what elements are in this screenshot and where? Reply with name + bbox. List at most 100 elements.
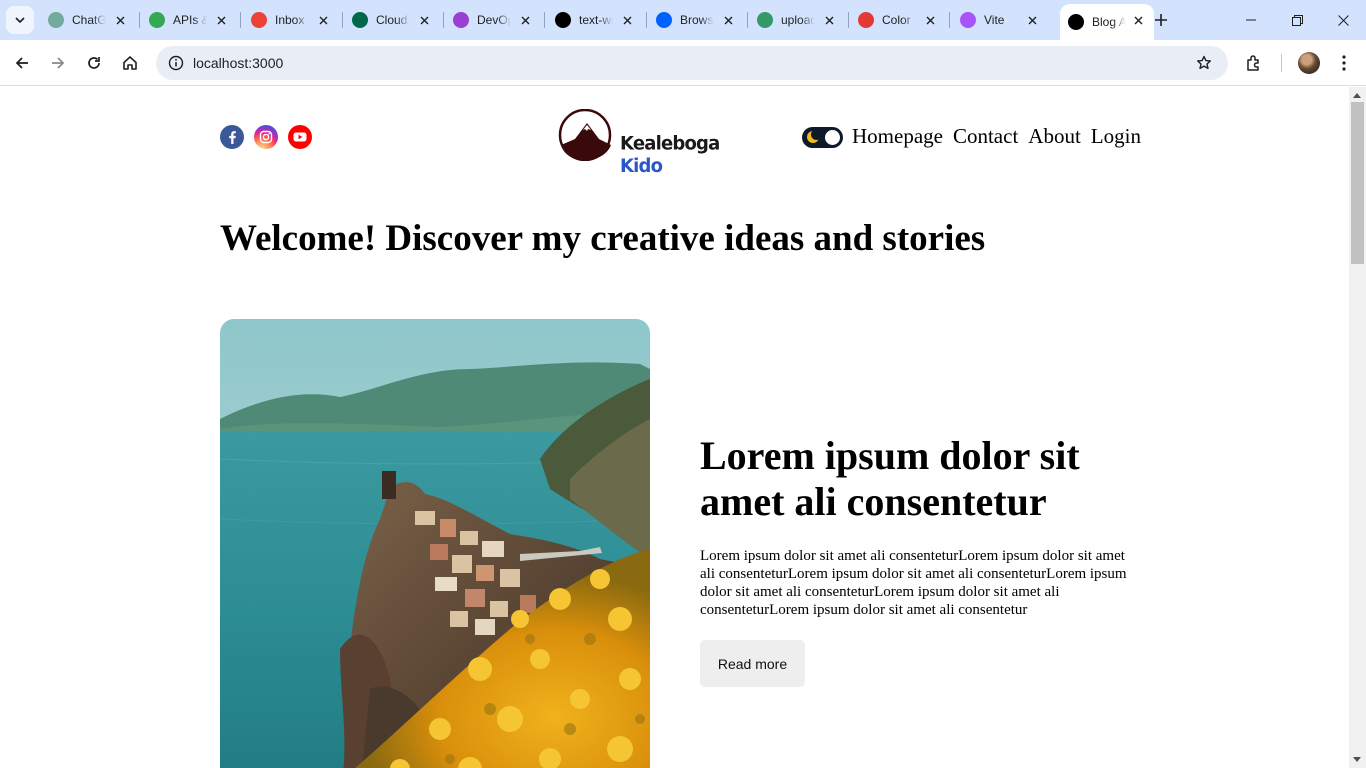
- browser-toolbar: localhost:3000: [0, 40, 1366, 86]
- nextjs-icon: [1068, 14, 1084, 30]
- tab-separator: [848, 12, 849, 28]
- kebab-menu-icon: [1342, 55, 1346, 71]
- arrow-left-icon: [15, 57, 28, 69]
- browser-tab[interactable]: Browse: [648, 6, 744, 34]
- site-logo[interactable]: Kealeboga Kido: [557, 109, 757, 177]
- welcome-rest: Discover my creative ideas and stories: [376, 218, 986, 259]
- browser-tab[interactable]: Inbox: [243, 6, 339, 34]
- devops-icon: [453, 12, 469, 28]
- tab-separator: [747, 12, 748, 28]
- facebook-icon[interactable]: [220, 125, 244, 149]
- tab-close-icon[interactable]: [315, 12, 331, 28]
- tab-label: Cloud: [376, 13, 408, 27]
- logo-word-2: Kido: [620, 155, 663, 178]
- post-description: Lorem ipsum dolor sit amet ali consentet…: [700, 548, 1127, 618]
- featured-post-content: Lorem ipsum dolor sit amet ali consentet…: [700, 433, 1130, 687]
- reload-button[interactable]: [80, 49, 108, 77]
- browser-tab[interactable]: Cloud: [344, 6, 440, 34]
- chatgpt-icon: [48, 12, 64, 28]
- tab-close-icon[interactable]: [416, 12, 432, 28]
- medium-icon: [555, 12, 571, 28]
- url-text[interactable]: localhost:3000: [193, 55, 283, 71]
- gmail-icon: [251, 12, 267, 28]
- logo-text: Kealeboga Kido: [620, 133, 757, 177]
- tab-label: Browse: [680, 13, 714, 27]
- tab-close-icon[interactable]: [1130, 12, 1146, 28]
- bookmark-star-icon[interactable]: [1192, 51, 1216, 75]
- profile-avatar[interactable]: [1298, 52, 1320, 74]
- tab-label: APIs & Services: [173, 13, 207, 27]
- logo-word-1: Kealeboga: [620, 132, 720, 155]
- tab-separator: [646, 12, 647, 28]
- tab-close-icon[interactable]: [517, 12, 533, 28]
- extensions-button[interactable]: [1240, 49, 1268, 77]
- browser-tab[interactable]: DevOps: [445, 6, 541, 34]
- logo-mountain-icon: [558, 109, 612, 161]
- tab-search-button[interactable]: [6, 6, 34, 34]
- tab-separator: [544, 12, 545, 28]
- color-picker-icon: [858, 12, 874, 28]
- nav-link-homepage[interactable]: Homepage: [852, 124, 943, 149]
- instagram-icon[interactable]: [254, 125, 278, 149]
- welcome-heading: Welcome! Discover my creative ideas and …: [220, 217, 985, 260]
- scroll-down-arrow-icon[interactable]: [1353, 757, 1361, 762]
- nav-link-contact[interactable]: Contact: [953, 124, 1018, 149]
- arrow-right-icon: [52, 57, 65, 69]
- scroll-up-arrow-icon[interactable]: [1353, 93, 1361, 98]
- vite-icon: [960, 12, 976, 28]
- tab-close-icon[interactable]: [619, 12, 635, 28]
- page-scrollbar[interactable]: [1349, 87, 1366, 768]
- chevron-down-icon: [15, 17, 25, 23]
- post-title[interactable]: Lorem ipsum dolor sit amet ali consentet…: [700, 433, 1130, 525]
- restore-button[interactable]: [1274, 0, 1320, 40]
- close-window-button[interactable]: [1320, 0, 1366, 40]
- tab-close-icon[interactable]: [922, 12, 938, 28]
- minimize-button[interactable]: [1228, 0, 1274, 40]
- wikimedia-icon: [757, 12, 773, 28]
- scroll-thumb[interactable]: [1351, 102, 1364, 264]
- browser-tab[interactable]: APIs & Services: [141, 6, 237, 34]
- toggle-knob: [825, 130, 840, 145]
- tab-label: Vite: [984, 13, 1005, 27]
- site-navbar: Kealeboga Kido Homepage Contact About Lo…: [220, 109, 1141, 177]
- browser-tab[interactable]: upload: [749, 6, 845, 34]
- back-button[interactable]: [8, 49, 36, 77]
- tab-close-icon[interactable]: [720, 12, 736, 28]
- tab-separator: [342, 12, 343, 28]
- nav-link-login[interactable]: Login: [1091, 124, 1141, 149]
- site-info-icon[interactable]: [164, 51, 188, 75]
- tab-separator: [443, 12, 444, 28]
- featured-post-image[interactable]: [220, 319, 650, 768]
- tab-close-icon[interactable]: [821, 12, 837, 28]
- tab-separator: [139, 12, 140, 28]
- tab-close-icon[interactable]: [213, 12, 229, 28]
- home-button[interactable]: [116, 49, 144, 77]
- page-viewport: Kealeboga Kido Homepage Contact About Lo…: [0, 87, 1349, 768]
- browser-tab[interactable]: ChatGPT: [40, 6, 136, 34]
- minimize-icon: [1246, 19, 1256, 21]
- browser-menu-button[interactable]: [1330, 49, 1358, 77]
- browser-tab[interactable]: Vite: [952, 6, 1048, 34]
- tab-label: Blog App: [1092, 15, 1126, 29]
- nav-link-about[interactable]: About: [1028, 124, 1081, 149]
- tab-close-icon[interactable]: [112, 12, 128, 28]
- tab-strip: ChatGPT APIs & Services Inbox Cloud DevOps te…: [0, 0, 1366, 40]
- read-more-button[interactable]: Read more: [700, 640, 805, 687]
- close-icon: [1337, 14, 1349, 26]
- tab-separator: [949, 12, 950, 28]
- tab-label: ChatGPT: [72, 13, 106, 27]
- browser-tab[interactable]: text-wrap: [547, 6, 643, 34]
- youtube-icon[interactable]: [288, 125, 312, 149]
- tab-close-icon[interactable]: [1024, 12, 1040, 28]
- restore-icon: [1291, 14, 1303, 26]
- google-maps-icon: [149, 12, 165, 28]
- forward-button[interactable]: [44, 49, 72, 77]
- tab-label: DevOps: [477, 13, 511, 27]
- dropbox-icon: [656, 12, 672, 28]
- theme-toggle[interactable]: [802, 127, 843, 148]
- browser-tab[interactable]: Blog App: [1060, 4, 1154, 40]
- browser-tab[interactable]: Color: [850, 6, 946, 34]
- address-bar[interactable]: localhost:3000: [156, 46, 1228, 80]
- new-tab-button[interactable]: [1150, 9, 1172, 31]
- tab-label: Inbox: [275, 13, 305, 27]
